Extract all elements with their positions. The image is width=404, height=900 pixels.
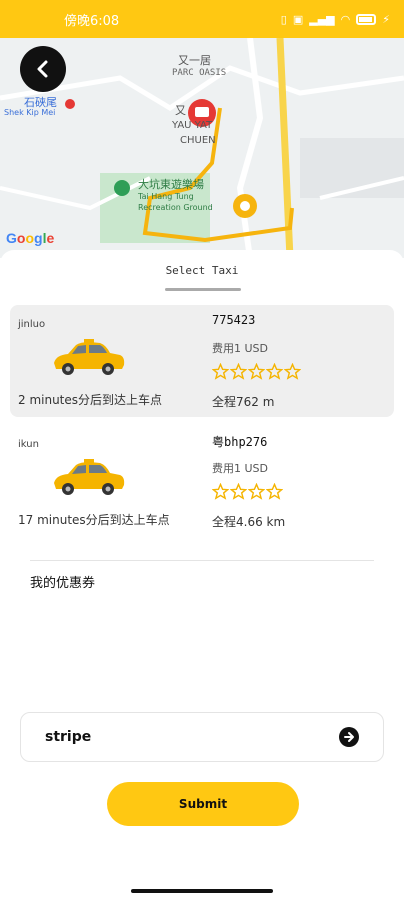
star-icon: [266, 363, 283, 380]
vibrate-icon: ▯: [280, 12, 287, 26]
battery-icon: [356, 13, 377, 25]
nfc-icon: ▣: [292, 12, 304, 26]
star-icon: [248, 363, 265, 380]
arrow-right-circle-icon: [339, 727, 359, 747]
driver-name: ikun: [18, 439, 39, 450]
submit-button[interactable]: Submit: [107, 782, 299, 826]
app-screen: 傍晚6:08 ▯ ▣ ▂▄▆ ◠ ⚡ 又一居 PARC OASIS 石硤尾 Sh…: [0, 0, 404, 900]
map-label: YAU YAT: [172, 120, 213, 131]
map-label: CHUEN: [180, 135, 216, 146]
distance-text: 全程762 m: [212, 395, 275, 409]
chevron-left-icon: [37, 60, 48, 78]
google-logo: Google: [6, 230, 55, 246]
taxi-car-icon: [54, 339, 125, 375]
home-indicator[interactable]: [131, 889, 273, 893]
eta-text: 2 minutes分后到达上车点: [18, 393, 163, 407]
map-label: PARC OASIS: [172, 68, 227, 78]
star-icon: [266, 483, 283, 500]
divider: [30, 560, 374, 561]
fee-text: 费用1 USD: [212, 342, 268, 355]
charging-icon: ⚡: [382, 12, 390, 26]
rating-stars: [212, 363, 301, 380]
title-underline: [165, 288, 241, 291]
driver-name: jinluo: [18, 319, 46, 330]
rating-stars: [212, 483, 283, 500]
map-label: 大坑東遊樂場: [138, 178, 204, 191]
wifi-icon: ◠: [340, 12, 351, 26]
status-bar: 傍晚6:08 ▯ ▣ ▂▄▆ ◠ ⚡: [0, 0, 404, 38]
payment-method-label: stripe: [45, 729, 92, 745]
eta-text: 17 minutes分后到达上车点: [18, 513, 170, 527]
star-icon: [212, 483, 229, 500]
map-label: Recreation Ground: [138, 203, 213, 212]
status-time: 傍晚6:08: [64, 13, 120, 29]
star-icon: [248, 483, 265, 500]
map-label: 又: [175, 104, 186, 117]
fee-text: 费用1 USD: [212, 462, 268, 475]
star-icon: [284, 363, 301, 380]
coupon-link[interactable]: 我的优惠券: [30, 572, 95, 591]
plate-number: 775423: [212, 313, 256, 327]
sheet-title: Select Taxi: [165, 264, 239, 277]
map-label: 又一居: [178, 54, 211, 67]
payment-method-selector[interactable]: stripe: [20, 712, 384, 762]
signal-icon: ▂▄▆: [309, 12, 335, 26]
map-label: Shek Kip Mei: [4, 108, 56, 117]
star-icon: [230, 483, 247, 500]
taxi-card[interactable]: jinluo 2 minutes分后到达上车点 775423 费用1 USD 全…: [10, 305, 394, 417]
status-icons: ▯ ▣ ▂▄▆ ◠ ⚡: [281, 13, 390, 26]
map-label: Tai Hang Tung: [138, 192, 194, 201]
distance-text: 全程4.66 km: [212, 515, 286, 529]
plate-number: 粤bhp276: [212, 435, 268, 449]
taxi-card[interactable]: ikun 17 minutes分后到达上车点 粤bhp276 费用1 USD 全…: [10, 425, 394, 537]
star-icon: [230, 363, 247, 380]
taxi-car-icon: [54, 459, 125, 495]
star-icon: [212, 363, 229, 380]
back-button[interactable]: [20, 46, 66, 92]
